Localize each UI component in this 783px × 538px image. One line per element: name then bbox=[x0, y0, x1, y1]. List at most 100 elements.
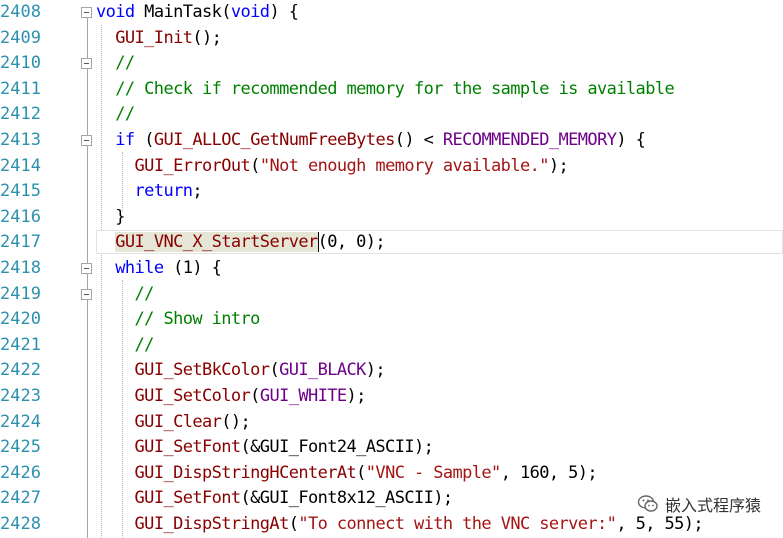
code-token: // bbox=[96, 104, 135, 125]
line-number: 2413 bbox=[0, 130, 41, 150]
code-token: ); bbox=[548, 155, 569, 176]
line-number: 2417 bbox=[0, 232, 41, 253]
code-line[interactable]: GUI_SetFont(&GUI_Font8x12_ASCII); bbox=[96, 486, 454, 511]
code-token: // Check if recommended memory for the s… bbox=[96, 78, 675, 99]
line-number: 2410 bbox=[0, 53, 41, 74]
line-number: 2426 bbox=[0, 462, 41, 483]
code-line[interactable]: GUI_SetColor(GUI_WHITE); bbox=[96, 384, 367, 409]
code-token: (1) { bbox=[163, 258, 222, 278]
code-token: (&GUI_Font8x12_ASCII); bbox=[240, 488, 454, 509]
code-token: MainTask( bbox=[134, 2, 231, 22]
code-token: GUI_Clear bbox=[134, 411, 222, 432]
line-number: 2416 bbox=[0, 206, 41, 227]
code-token: // bbox=[96, 283, 155, 304]
code-token: (&GUI_Font24_ASCII); bbox=[240, 437, 434, 458]
collapse-icon[interactable] bbox=[81, 288, 92, 300]
line-number: 2423 bbox=[0, 386, 41, 406]
line-number: 2418 bbox=[0, 258, 41, 278]
code-line[interactable]: GUI_SetBkColor(GUI_BLACK); bbox=[96, 358, 386, 383]
code-token: ( bbox=[250, 155, 260, 176]
code-token: return bbox=[134, 181, 193, 202]
code-token: , 160, 5); bbox=[500, 462, 598, 483]
code-token: GUI_SetBkColor bbox=[134, 360, 270, 381]
code-token: ); bbox=[346, 386, 367, 406]
code-token: while bbox=[115, 258, 164, 278]
line-number: 2408 bbox=[0, 2, 41, 22]
code-line[interactable]: return; bbox=[96, 179, 203, 204]
code-line[interactable]: if (GUI_ALLOC_GetNumFreeBytes() < RECOMM… bbox=[96, 128, 646, 153]
code-token: (0, 0); bbox=[317, 232, 386, 253]
code-token: GUI_VNC_X_StartServer bbox=[115, 232, 318, 253]
collapse-icon[interactable] bbox=[81, 7, 92, 18]
code-token: ; bbox=[192, 181, 202, 202]
line-number: 2415 bbox=[0, 181, 41, 202]
code-line[interactable]: GUI_Clear(); bbox=[96, 410, 251, 435]
line-number: 2409 bbox=[0, 27, 41, 48]
line-number-gutter: 2408 2409 2410 2411 2412 2413 2414 2415 2416 2417… bbox=[0, 0, 44, 538]
code-line[interactable]: GUI_ErrorOut("Not enough memory availabl… bbox=[96, 154, 569, 179]
fold-guide-line bbox=[87, 18, 88, 538]
code-token: "To connect with the VNC server:" bbox=[298, 514, 617, 534]
watermark-text: 嵌入式程序猿 bbox=[664, 496, 761, 515]
collapse-icon[interactable] bbox=[81, 135, 92, 146]
code-line[interactable]: GUI_DispStringAt("To connect with the VN… bbox=[96, 512, 704, 537]
code-line[interactable]: GUI_VNC_X_StartServer(0, 0); bbox=[96, 230, 386, 255]
code-token: // bbox=[96, 53, 135, 74]
code-token: GUI_DispStringAt bbox=[134, 514, 290, 534]
code-token: RECOMMENDED_MEMORY bbox=[442, 130, 617, 150]
line-number: 2425 bbox=[0, 437, 41, 458]
code-token: void bbox=[230, 2, 270, 22]
code-line[interactable]: while (1) { bbox=[96, 256, 222, 281]
code-token: // bbox=[96, 334, 155, 355]
code-token: ( bbox=[288, 514, 299, 534]
code-editor[interactable]: 2408 2409 2410 2411 2412 2413 2414 2415 2416 2417… bbox=[0, 0, 783, 538]
code-token: // Show intro bbox=[96, 309, 261, 330]
line-number: 2411 bbox=[0, 78, 41, 99]
code-token: () < bbox=[394, 130, 443, 150]
line-number: 2422 bbox=[0, 360, 41, 381]
code-line[interactable]: // Show intro bbox=[96, 307, 261, 332]
code-token: GUI_ErrorOut bbox=[134, 155, 251, 176]
code-token: } bbox=[96, 206, 125, 227]
collapse-icon[interactable] bbox=[81, 263, 92, 274]
code-line[interactable]: // bbox=[96, 282, 155, 307]
code-token: GUI_BLACK bbox=[279, 360, 366, 381]
code-line[interactable]: // bbox=[96, 51, 135, 76]
code-token: ( bbox=[269, 360, 280, 381]
code-line[interactable]: // bbox=[96, 333, 155, 358]
code-line[interactable]: } bbox=[96, 205, 125, 230]
code-token: GUI_SetColor bbox=[134, 386, 251, 406]
code-line[interactable]: GUI_Init(); bbox=[96, 26, 222, 51]
code-token: GUI_Init bbox=[96, 27, 193, 48]
code-line[interactable]: // bbox=[96, 102, 135, 127]
code-line[interactable]: GUI_SetFont(&GUI_Font24_ASCII); bbox=[96, 435, 434, 460]
collapse-icon[interactable] bbox=[81, 58, 92, 70]
code-token: GUI_SetFont bbox=[134, 488, 242, 509]
code-token: "Not enough memory available." bbox=[259, 155, 550, 176]
code-token: GUI_ALLOC_GetNumFreeBytes bbox=[153, 130, 395, 150]
code-token: , 5, 55); bbox=[616, 514, 704, 534]
line-number: 2428 bbox=[0, 514, 41, 534]
code-token: ( bbox=[134, 130, 154, 150]
code-line[interactable]: GUI_DispStringHCenterAt("VNC - Sample", … bbox=[96, 461, 598, 486]
code-line[interactable]: // Check if recommended memory for the s… bbox=[96, 77, 674, 102]
code-token: ( bbox=[356, 462, 366, 483]
code-line[interactable]: void MainTask(void) { bbox=[96, 0, 299, 25]
code-token: "VNC - Sample" bbox=[365, 462, 501, 483]
line-number: 2412 bbox=[0, 104, 41, 125]
code-token: ) { bbox=[616, 130, 646, 150]
line-number: 2421 bbox=[0, 334, 41, 355]
line-number: 2427 bbox=[0, 488, 41, 509]
line-number: 2424 bbox=[0, 411, 41, 432]
code-token: (); bbox=[221, 411, 251, 432]
code-token: ); bbox=[365, 360, 386, 381]
code-token: GUI_WHITE bbox=[259, 386, 347, 406]
